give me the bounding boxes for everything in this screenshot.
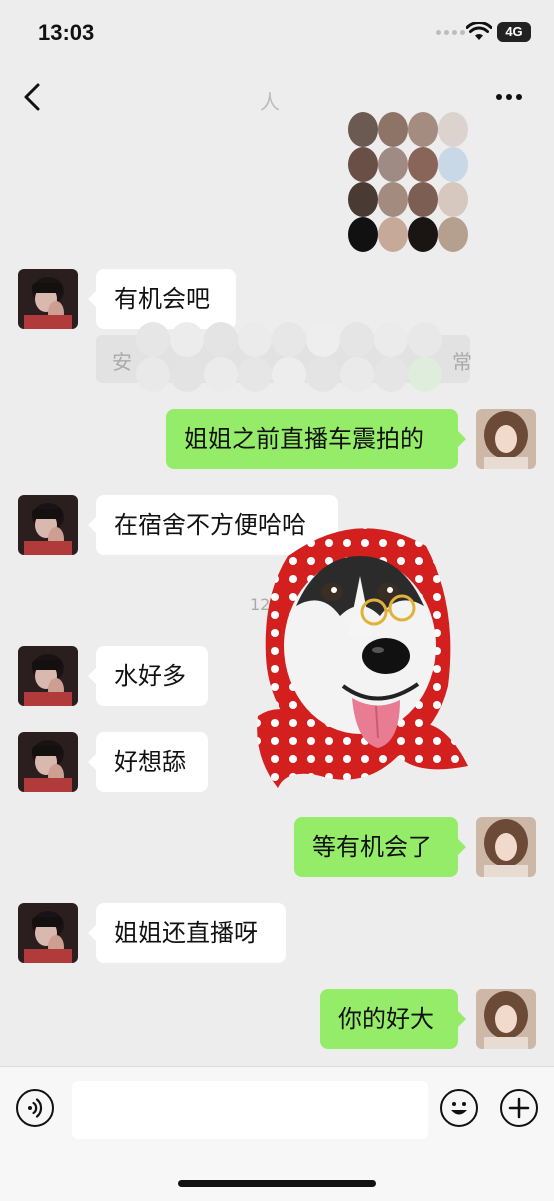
message-bubble-outgoing[interactable]: 姐姐之前直播车震拍的 [166,409,466,469]
message-bubble-incoming[interactable]: 水好多 [88,646,208,706]
message-bubble-incoming[interactable]: 好想舔 [88,732,208,792]
chat-title: 人 [260,90,280,114]
contact-avatar[interactable] [18,495,78,555]
avatar-image [18,495,78,555]
avatar-image [18,903,78,963]
chevron-left-icon[interactable] [20,82,44,112]
my-avatar[interactable] [476,989,536,1049]
censored-image[interactable] [348,112,468,252]
censor-mosaic [136,322,476,392]
message-bubble-outgoing[interactable]: 你的好大 [320,989,466,1049]
emoji-button[interactable] [440,1089,478,1127]
contact-avatar[interactable] [18,903,78,963]
avatar-image [18,269,78,329]
voice-button[interactable] [16,1089,54,1127]
avatar-image [18,732,78,792]
my-avatar[interactable] [476,409,536,469]
home-indicator[interactable] [178,1180,376,1187]
contact-avatar[interactable] [18,269,78,329]
my-avatar[interactable] [476,817,536,877]
plus-icon [508,1097,530,1119]
voice-icon [28,1098,43,1118]
obscured-text-start: 安 [112,350,132,374]
status-time: 13:03 [38,20,95,45]
avatar-image [476,989,536,1049]
avatar-image [18,646,78,706]
more-dots-icon[interactable] [496,94,522,100]
husky-sticker[interactable] [248,516,472,790]
chat-header: 人 [0,64,554,130]
message-bubble-outgoing[interactable]: 等有机会了 [294,817,466,877]
wifi-icon [466,22,492,40]
signal-icon [436,30,465,35]
battery-indicator: 4G [497,22,531,42]
plus-button[interactable] [500,1089,538,1127]
message-bubble-incoming[interactable]: 姐姐还直播呀 [88,903,286,963]
emoji-icon [451,1102,467,1115]
message-bubble-incoming[interactable]: 有机会吧 [88,269,236,329]
contact-avatar[interactable] [18,646,78,706]
contact-avatar[interactable] [18,732,78,792]
status-bar: 13:03 4G [0,0,554,64]
avatar-image [476,409,536,469]
message-input[interactable] [72,1081,428,1139]
avatar-image [476,817,536,877]
